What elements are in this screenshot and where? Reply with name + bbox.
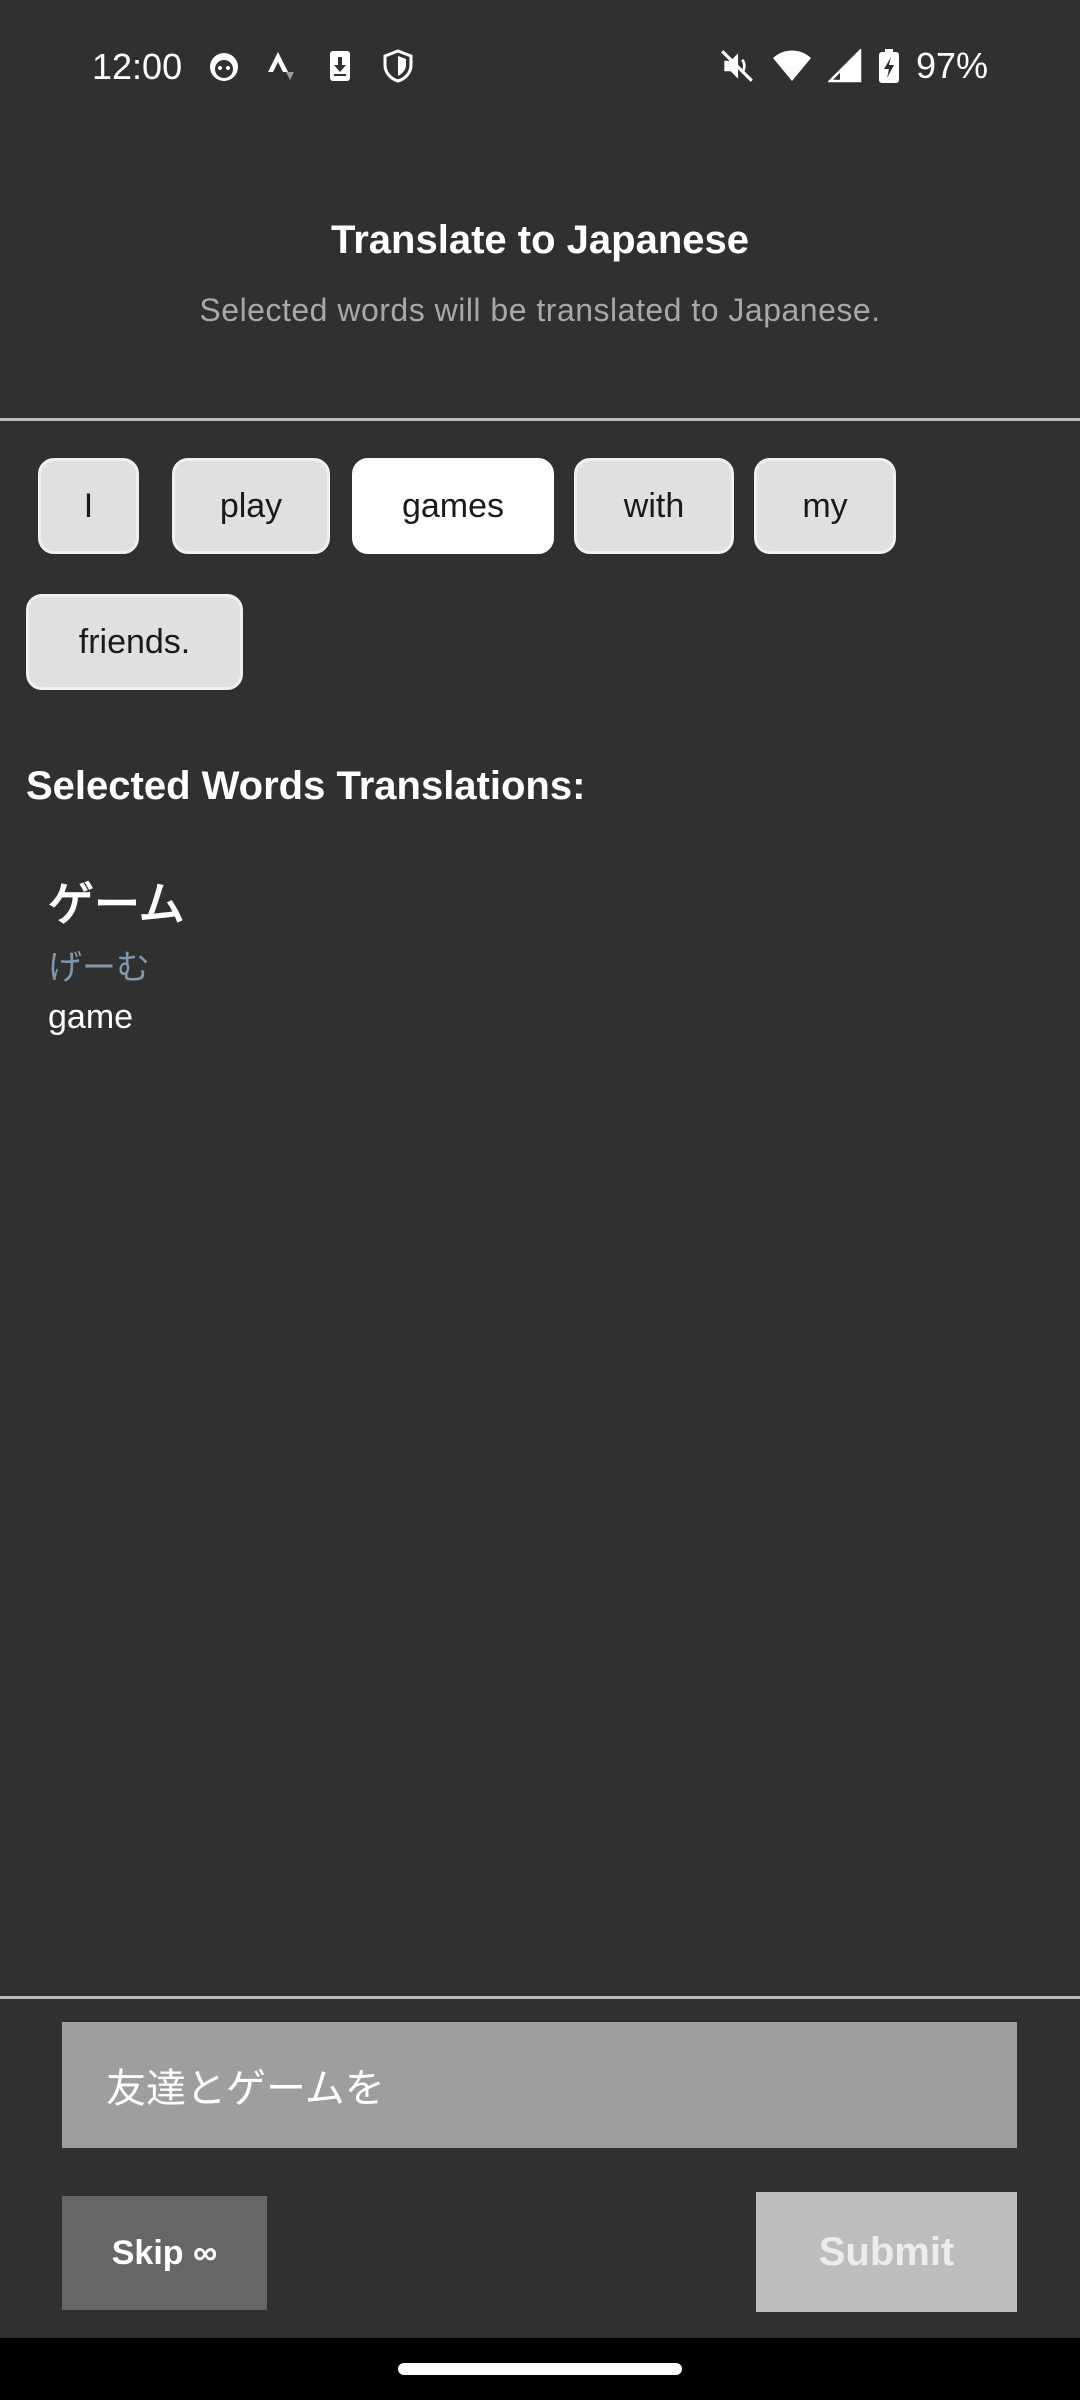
- translation-reading: げーむ: [48, 949, 150, 987]
- word-chip-friends[interactable]: friends.: [26, 594, 243, 690]
- page-title: Translate to Japanese: [331, 218, 749, 262]
- word-chip-with[interactable]: with: [574, 458, 734, 554]
- footer-divider: [0, 1996, 1080, 1999]
- translations-heading: Selected Words Translations:: [26, 764, 586, 808]
- battery-percentage: 97%: [915, 45, 988, 86]
- shield-icon: [383, 49, 413, 83]
- submit-button[interactable]: Submit: [756, 2192, 1017, 2312]
- word-chip-my[interactable]: my: [754, 458, 896, 554]
- answer-input[interactable]: 友達とゲームを: [62, 2022, 1017, 2148]
- status-time: 12:00: [92, 46, 183, 87]
- word-chip-play[interactable]: play: [172, 458, 330, 554]
- wifi-icon: [772, 50, 811, 81]
- status-right-group: 97%: [718, 45, 988, 86]
- status-bar: 12:00 97%: [0, 0, 1080, 134]
- header-divider: [0, 418, 1080, 421]
- translate-screen: 12:00 97% Translate to Japanese Selected…: [0, 0, 1080, 2400]
- cat-face-icon: [210, 53, 238, 81]
- signal-icon: [827, 49, 862, 83]
- download-phone-icon: [330, 51, 350, 81]
- page-subtitle: Selected words will be translated to Jap…: [199, 292, 881, 328]
- word-chip-games[interactable]: games: [352, 458, 554, 554]
- strava-icon: [268, 52, 294, 80]
- battery-charging-icon: [878, 49, 899, 83]
- word-chip-i[interactable]: I: [38, 458, 139, 554]
- home-gesture-handle[interactable]: [398, 2363, 682, 2375]
- translation-meaning: game: [48, 998, 134, 1036]
- translation-word: ゲーム: [48, 878, 185, 930]
- skip-button[interactable]: Skip ∞: [62, 2196, 267, 2310]
- mute-icon: [721, 50, 753, 82]
